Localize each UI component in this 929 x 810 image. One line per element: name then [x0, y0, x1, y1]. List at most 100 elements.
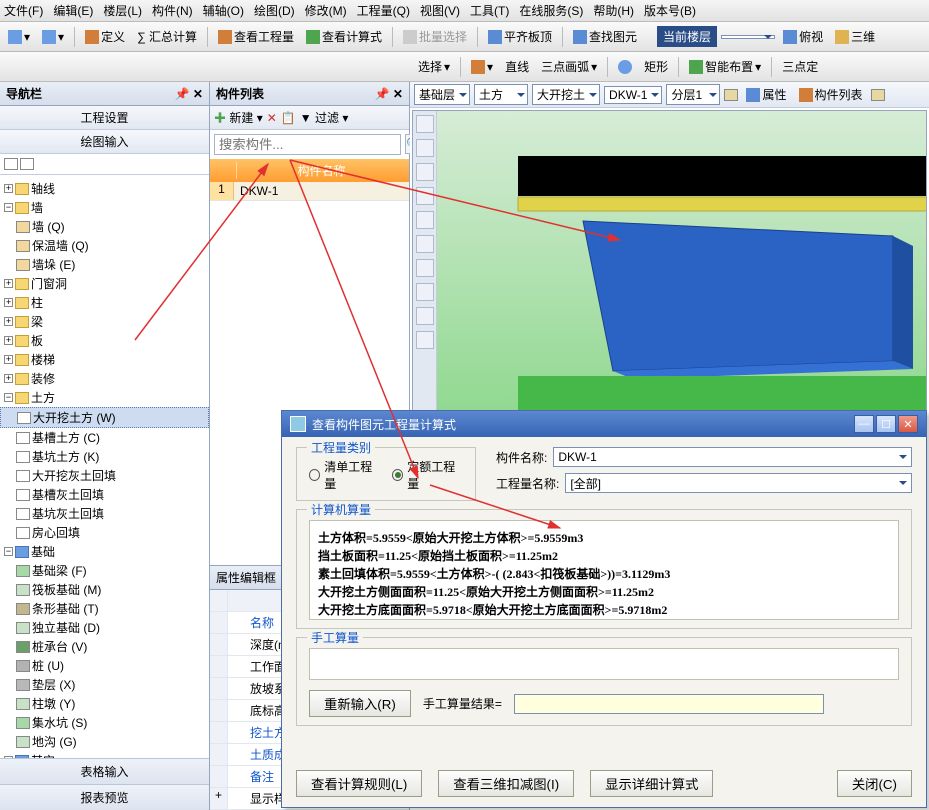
- vp-tool-3[interactable]: [416, 163, 434, 181]
- vp-tool-5[interactable]: [416, 211, 434, 229]
- vp-tool-8[interactable]: [416, 283, 434, 301]
- calc-output: 土方体积=5.9559<原始大开挖土方体积>=5.9559m3 挡土板面积=11…: [309, 520, 899, 620]
- menu-tool[interactable]: 工具(T): [470, 2, 509, 19]
- filter-button[interactable]: ▼ 过滤 ▾: [300, 109, 349, 126]
- menu-component[interactable]: 构件(N): [152, 2, 193, 19]
- nav-section-project[interactable]: 工程设置: [0, 106, 209, 130]
- calc-dialog: 查看构件图元工程量计算式 — ☐ ✕ 工程量类别 清单工程量 定额工程量 构件名…: [281, 410, 927, 808]
- nav-report-preview[interactable]: 报表预览: [0, 784, 209, 810]
- dialog-title: 查看构件图元工程量计算式: [312, 416, 456, 433]
- snap-icon[interactable]: [724, 89, 738, 101]
- manual-input[interactable]: [309, 648, 899, 680]
- radio-quota-qty[interactable]: 定额工程量: [392, 458, 463, 492]
- search-input[interactable]: [214, 134, 401, 155]
- delete-button[interactable]: ✕: [267, 111, 277, 125]
- vp-tool-10[interactable]: [416, 331, 434, 349]
- menu-view[interactable]: 视图(V): [420, 2, 460, 19]
- dkw-combo[interactable]: 大开挖土: [532, 84, 600, 105]
- floor-combo[interactable]: [721, 35, 775, 39]
- manual-result-label: 手工算量结果=: [423, 695, 502, 712]
- toolbar-main: ▾ ▾ 定义 ∑ 汇总计算 查看工程量 查看计算式 批量选择 平齐板顶 查找图元…: [0, 22, 929, 52]
- menu-draw[interactable]: 绘图(D): [254, 2, 295, 19]
- overview-button[interactable]: 俯视: [779, 26, 827, 47]
- rule-button[interactable]: 查看计算规则(L): [296, 770, 422, 797]
- list-row-1[interactable]: 1DKW-1: [210, 182, 409, 201]
- menu-aux[interactable]: 辅轴(O): [203, 2, 244, 19]
- vp-tool-1[interactable]: [416, 115, 434, 133]
- minimize-button[interactable]: —: [854, 415, 874, 433]
- props-button[interactable]: 属性: [742, 84, 790, 105]
- layer-combo[interactable]: 分层1: [666, 84, 720, 105]
- dkw1-combo[interactable]: DKW-1: [604, 86, 662, 104]
- opt-icon[interactable]: [871, 89, 885, 101]
- maximize-button[interactable]: ☐: [876, 415, 896, 433]
- arc-tool[interactable]: 三点画弧 ▾: [537, 56, 601, 77]
- nav-title: 导航栏: [6, 85, 42, 102]
- vp-tool-9[interactable]: [416, 307, 434, 325]
- tree-item-dkw[interactable]: 大开挖土方 (W): [0, 407, 209, 428]
- list-button[interactable]: 构件列表: [795, 84, 867, 105]
- floor-label: 当前楼层: [657, 26, 717, 47]
- toolbar-draw: 选择 ▾ ▾ 直线 三点画弧 ▾ 矩形 智能布置 ▾ 三点定: [0, 52, 929, 82]
- point-tool[interactable]: ▾: [467, 58, 497, 76]
- manual-calc-label: 手工算量: [307, 629, 363, 646]
- circle-tool[interactable]: [614, 58, 636, 76]
- detail-button[interactable]: 显示详细计算式: [590, 770, 713, 797]
- 3d-button[interactable]: 三维: [831, 26, 879, 47]
- menu-modify[interactable]: 修改(M): [305, 2, 347, 19]
- dialog-icon: [290, 416, 306, 432]
- dlg-close-button[interactable]: 关闭(C): [837, 770, 912, 797]
- component-pin-icon[interactable]: 📌 ✕: [375, 87, 403, 101]
- view-calc-button[interactable]: 查看计算式: [302, 26, 386, 47]
- flat-top-button[interactable]: 平齐板顶: [484, 26, 556, 47]
- list-header: 构件名称: [210, 159, 409, 182]
- threepoint-tool[interactable]: 三点定: [778, 56, 822, 77]
- menu-bar: 文件(F) 编辑(E) 楼层(L) 构件(N) 辅轴(O) 绘图(D) 修改(M…: [0, 0, 929, 22]
- computer-calc-label: 计算机算量: [307, 501, 375, 518]
- find-elem-button[interactable]: 查找图元: [569, 26, 641, 47]
- qty-type-label: 工程量类别: [307, 439, 375, 456]
- qty-name-label: 工程量名称:: [496, 475, 559, 492]
- batch-select-button[interactable]: 批量选择: [399, 26, 471, 47]
- nav-pane: 导航栏 📌 ✕ 工程设置 绘图输入 +轴线 −墙 墙 (Q) 保温墙 (Q) 墙垛…: [0, 82, 210, 810]
- vp-tool-4[interactable]: [416, 187, 434, 205]
- close-button[interactable]: ✕: [898, 415, 918, 433]
- comp-name-select[interactable]: DKW-1: [553, 447, 912, 467]
- property-title: 属性编辑框: [216, 569, 276, 586]
- smart-tool[interactable]: 智能布置 ▾: [685, 56, 765, 77]
- nav-table-input[interactable]: 表格输入: [0, 758, 209, 784]
- line-tool[interactable]: 直线: [501, 56, 533, 77]
- viewbtn-1[interactable]: [4, 158, 18, 170]
- deduct-button[interactable]: 查看三维扣减图(I): [438, 770, 574, 797]
- rect-tool[interactable]: 矩形: [640, 56, 672, 77]
- define-button[interactable]: 定义: [81, 26, 129, 47]
- viewbtn-2[interactable]: [20, 158, 34, 170]
- copy-button[interactable]: 📋: [281, 111, 296, 125]
- menu-help[interactable]: 帮助(H): [593, 2, 634, 19]
- menu-edit[interactable]: 编辑(E): [53, 2, 93, 19]
- select-tool[interactable]: 选择 ▾: [414, 56, 454, 77]
- redo-button[interactable]: ▾: [38, 28, 68, 46]
- new-button[interactable]: ✚ 新建 ▾: [214, 109, 263, 126]
- vp-tool-2[interactable]: [416, 139, 434, 157]
- nav-tree[interactable]: +轴线 −墙 墙 (Q) 保温墙 (Q) 墙垛 (E) +门窗洞 +柱 +梁 +…: [0, 175, 209, 758]
- nav-section-drawing[interactable]: 绘图输入: [0, 130, 209, 154]
- vp-tool-6[interactable]: [416, 235, 434, 253]
- earth-combo[interactable]: 土方: [474, 84, 528, 105]
- undo-button[interactable]: ▾: [4, 28, 34, 46]
- menu-version[interactable]: 版本号(B): [644, 2, 696, 19]
- menu-floor[interactable]: 楼层(L): [103, 2, 142, 19]
- reinput-button[interactable]: 重新输入(R): [309, 690, 411, 717]
- menu-service[interactable]: 在线服务(S): [519, 2, 583, 19]
- menu-file[interactable]: 文件(F): [4, 2, 43, 19]
- view-qty-button[interactable]: 查看工程量: [214, 26, 298, 47]
- base-combo[interactable]: 基础层: [414, 84, 470, 105]
- sum-button[interactable]: ∑ 汇总计算: [133, 26, 201, 47]
- nav-pin-icon[interactable]: 📌 ✕: [175, 87, 203, 101]
- radio-list-qty[interactable]: 清单工程量: [309, 458, 380, 492]
- manual-result-value: [514, 694, 824, 714]
- vp-tool-7[interactable]: [416, 259, 434, 277]
- comp-name-label: 构件名称:: [496, 449, 547, 466]
- qty-name-select[interactable]: [全部]: [565, 473, 912, 493]
- menu-qty[interactable]: 工程量(Q): [357, 2, 410, 19]
